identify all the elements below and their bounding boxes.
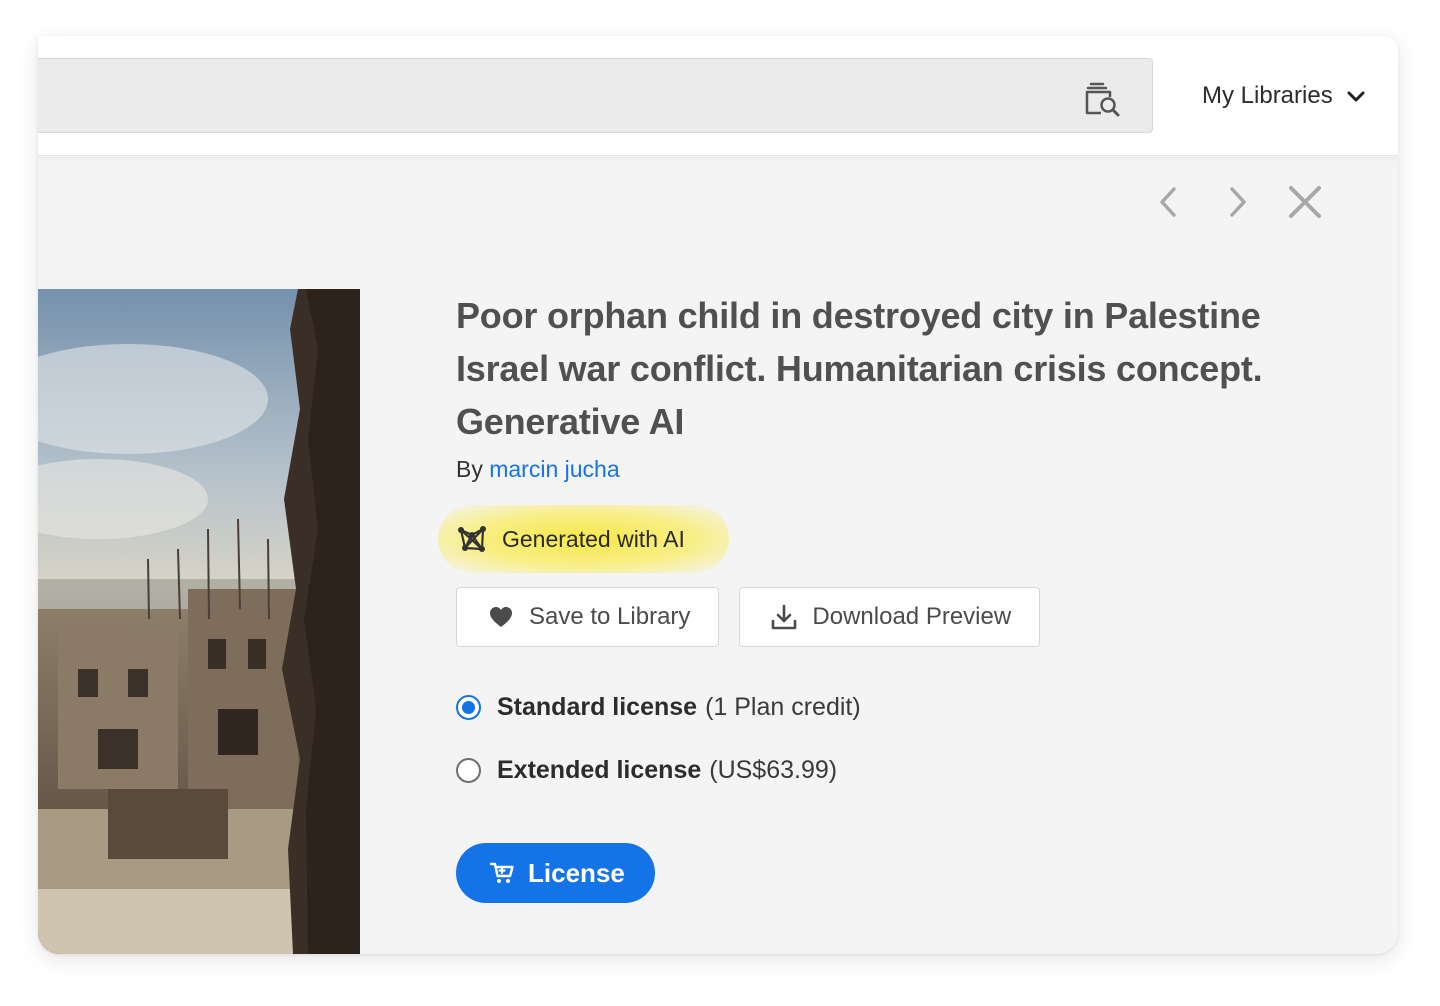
stock-asset-window: My Libraries Poor orphan child in destro… [38,36,1398,954]
license-button[interactable]: License [456,843,655,903]
asset-preview-image[interactable] [38,289,360,954]
download-preview-button[interactable]: Download Preview [739,587,1041,647]
chevron-left-icon[interactable] [1150,183,1188,221]
license-option-standard[interactable]: Standard license (1 Plan credit) [456,687,1336,727]
license-button-label: License [528,857,625,888]
author-link[interactable]: marcin jucha [489,456,619,482]
by-label: By [456,456,483,482]
asset-actions: Save to Library Download Preview [456,587,1336,647]
license-options: Standard license (1 Plan credit) Extende… [456,687,1336,790]
ai-badge-label: Generated with AI [502,525,685,552]
close-icon[interactable] [1286,183,1324,221]
standard-license-radio[interactable] [456,694,481,720]
byline: By marcin jucha [456,456,1336,483]
cart-icon [488,859,516,887]
license-option-extended[interactable]: Extended license (US$63.99) [456,750,1336,790]
chevron-down-icon [1345,85,1367,107]
license-price: (US$63.99) [709,755,838,784]
search-input[interactable] [38,58,1153,133]
generated-with-ai-badge: Generated with AI [438,505,729,573]
my-libraries-label: My Libraries [1202,82,1333,109]
top-bar: My Libraries [38,36,1398,156]
asset-detail-panel: Poor orphan child in destroyed city in P… [38,157,1398,954]
license-price: (1 Plan credit) [705,692,861,721]
chevron-right-icon[interactable] [1218,183,1256,221]
asset-title: Poor orphan child in destroyed city in P… [456,295,1263,442]
save-to-library-button[interactable]: Save to Library [456,587,720,647]
my-libraries-dropdown[interactable]: My Libraries [1202,80,1367,112]
license-name: Standard license [497,692,698,721]
heart-icon [487,603,515,631]
download-preview-label: Download Preview [812,603,1012,630]
asset-navigation [1150,183,1324,221]
asset-details: Poor orphan child in destroyed city in P… [438,289,1336,903]
ai-network-icon [456,523,488,555]
license-name: Extended license [497,755,702,784]
download-icon [770,603,798,631]
save-to-library-label: Save to Library [529,603,691,630]
extended-license-radio[interactable] [456,757,481,783]
visual-search-icon[interactable] [1084,81,1120,117]
